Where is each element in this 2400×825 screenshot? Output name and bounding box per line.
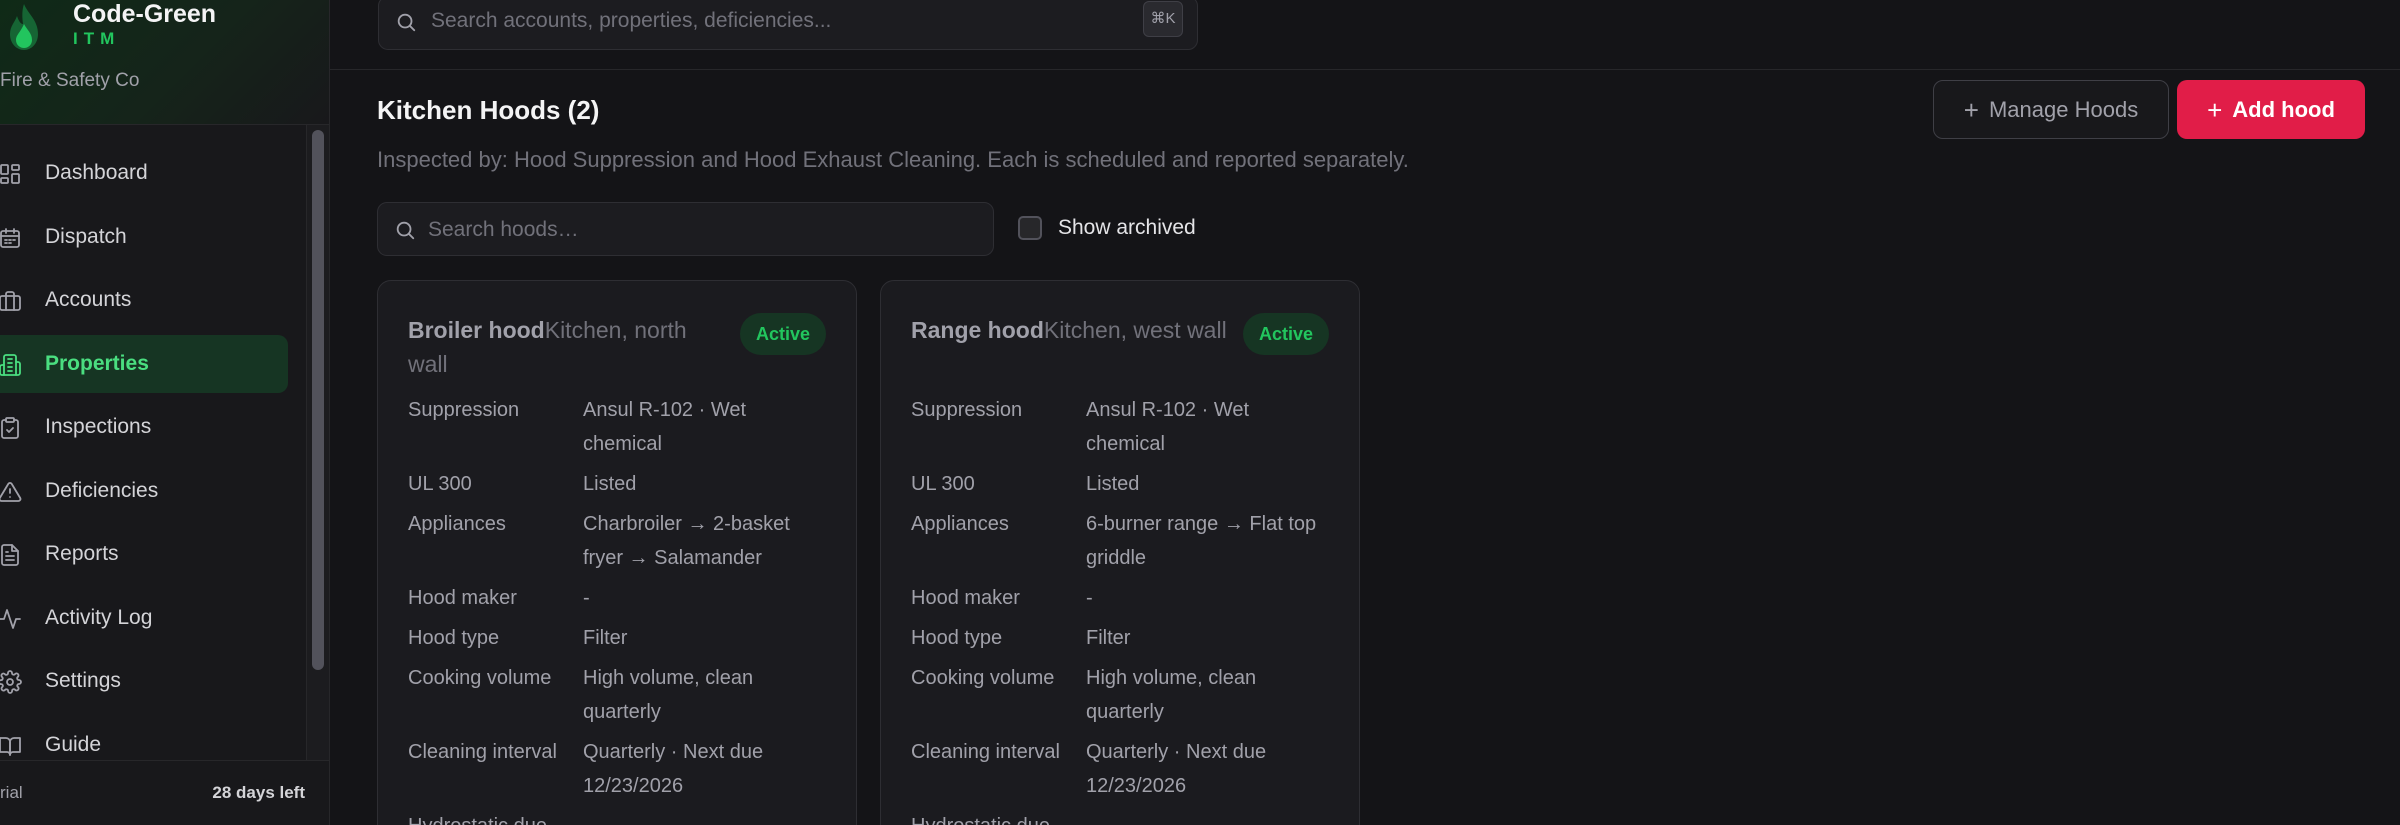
page-title: Kitchen Hoods (2) (377, 95, 600, 125)
brand-name: Code-Green (73, 0, 217, 28)
manage-hoods-label: Manage Hoods (1988, 96, 2139, 122)
building-icon (0, 353, 22, 377)
sidebar-item-accounts[interactable]: Accounts (0, 271, 288, 329)
brand-subtitle: ITM (73, 29, 121, 48)
sidebar-item-dashboard[interactable]: Dashboard (0, 144, 288, 202)
trial-label: rial (0, 783, 23, 802)
hood-card-title: Broiler hoodKitchen, north wall (408, 313, 728, 381)
sidebar: Code-Green ITM Fire & Safety Co Dashboar… (0, 0, 330, 825)
spec-value: Filter (1086, 627, 1131, 649)
briefcase-icon (0, 289, 22, 313)
spec-value: High volume, clean quarterly (583, 667, 754, 723)
spec-key: UL 300 (408, 473, 472, 495)
spec-value: Ansul R-102 · Wet chemical (583, 399, 747, 455)
show-archived-checkbox[interactable] (1018, 216, 1042, 240)
hood-card[interactable]: Range hoodKitchen, west wall Active Supp… (880, 280, 1360, 825)
add-hood-button[interactable]: + Add hood (2177, 80, 2365, 139)
dashboard-icon (0, 162, 22, 186)
spec-value: Listed (583, 473, 637, 495)
sidebar-item-label: Accounts (45, 288, 132, 311)
sidebar-item-dispatch[interactable]: Dispatch (0, 208, 288, 266)
spec-key: Appliances (408, 513, 506, 535)
sidebar-item-settings[interactable]: Settings (0, 652, 288, 710)
spec-value: - (1086, 587, 1093, 609)
show-archived-toggle[interactable]: Show archived (1018, 216, 1196, 240)
sidebar-item-label: Guide (45, 733, 102, 756)
sidebar-item-label: Dispatch (45, 225, 127, 248)
hood-name: Range hood (911, 317, 1044, 343)
sidebar-item-label: Dashboard (45, 161, 148, 184)
document-icon (0, 543, 22, 567)
spec-value: - (583, 587, 590, 609)
spec-key: Suppression (911, 399, 1023, 421)
organization-name: Fire & Safety Co (0, 70, 140, 91)
sidebar-item-label: Activity Log (45, 606, 153, 629)
sidebar-item-reports[interactable]: Reports (0, 525, 288, 583)
add-hood-label: Add hood (2232, 96, 2335, 122)
spec-key: UL 300 (911, 473, 975, 495)
warning-icon (0, 480, 22, 504)
sidebar-item-activity-log[interactable]: Activity Log (0, 589, 288, 647)
spec-key: Suppression (408, 399, 520, 421)
spec-value: Quarterly · Next due 12/23/2026 (1086, 741, 1267, 797)
spec-value: Charbroiler → 2-basket fryer → Salamande… (583, 513, 790, 569)
book-icon (0, 734, 22, 758)
spec-key: Cleaning interval (911, 741, 1060, 763)
sidebar-item-label: Reports (45, 542, 119, 565)
sidebar-item-label: Properties (45, 352, 149, 375)
gear-icon (0, 670, 22, 694)
spec-value: Ansul R-102 · Wet chemical (1086, 399, 1250, 455)
sidebar-item-deficiencies[interactable]: Deficiencies (0, 462, 288, 520)
spec-value: High volume, clean quarterly (1086, 667, 1257, 723)
trial-footer: rial 28 days left (0, 760, 329, 825)
spec-key: Hood maker (911, 587, 1020, 609)
hood-search-input[interactable] (428, 216, 968, 244)
top-bar: ⌘K (330, 0, 2400, 70)
search-shortcut-badge: ⌘K (1143, 1, 1183, 37)
search-icon (395, 11, 417, 33)
spec-key: Hood type (408, 627, 500, 649)
status-badge: Active (1242, 313, 1329, 355)
global-search: ⌘K (378, 0, 1198, 50)
page-description: Inspected by: Hood Suppression and Hood … (377, 147, 1409, 172)
spec-value: Listed (1086, 473, 1140, 495)
plus-icon: + (1963, 94, 1979, 125)
sidebar-item-label: Inspections (45, 415, 152, 438)
spec-key: Cooking volume (408, 667, 552, 689)
spec-key: Cooking volume (911, 667, 1055, 689)
hood-card-title: Range hoodKitchen, west wall (911, 313, 1231, 347)
flame-logo-icon (4, 2, 44, 52)
spec-key: Hydrostatic due (408, 809, 578, 825)
manage-hoods-button[interactable]: + Manage Hoods (1933, 80, 2169, 139)
hood-name: Broiler hood (408, 317, 545, 343)
hood-location: Kitchen, west wall (1043, 317, 1227, 343)
show-archived-label: Show archived (1058, 216, 1196, 239)
global-search-input[interactable] (431, 7, 1111, 35)
sidebar-item-label: Deficiencies (45, 479, 159, 502)
sidebar-item-inspections[interactable]: Inspections (0, 398, 288, 456)
calendar-icon (0, 226, 22, 250)
search-icon (394, 219, 416, 241)
spec-key: Hydrostatic due (911, 809, 1081, 825)
trial-days-left: 28 days left (212, 783, 305, 802)
spec-key: Cleaning interval (408, 741, 557, 763)
spec-value: 6-burner range → Flat top griddle (1086, 513, 1317, 569)
sidebar-item-label: Settings (45, 669, 121, 692)
status-badge: Active (739, 313, 826, 355)
spec-key: Hood type (911, 627, 1003, 649)
spec-value: Quarterly · Next due 12/23/2026 (583, 741, 764, 797)
spec-value: Filter (583, 627, 628, 649)
activity-icon (0, 607, 22, 631)
clipboard-check-icon (0, 416, 22, 440)
hood-search (377, 202, 994, 256)
sidebar-scrollbar-thumb[interactable] (312, 130, 324, 670)
brand-header: Code-Green ITM Fire & Safety Co (0, 0, 329, 125)
plus-icon: + (2207, 94, 2223, 125)
hood-card[interactable]: Broiler hoodKitchen, north wall Active S… (377, 280, 857, 825)
spec-key: Appliances (911, 513, 1009, 535)
sidebar-item-properties[interactable]: Properties (0, 335, 288, 393)
spec-key: Hood maker (408, 587, 517, 609)
